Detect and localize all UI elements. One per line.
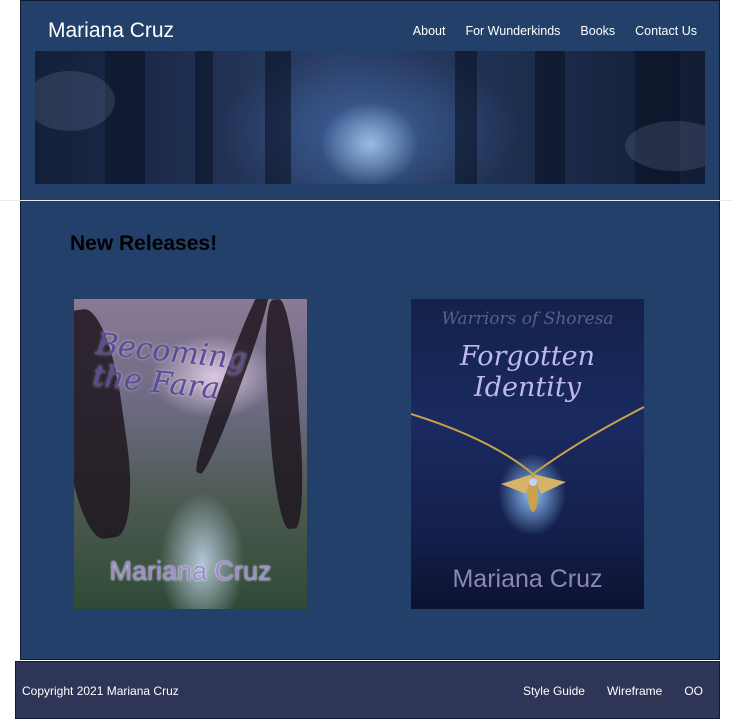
main-nav: About For Wunderkinds Books Contact Us xyxy=(413,24,697,38)
header-divider-line xyxy=(0,200,732,201)
nav-link-about[interactable]: About xyxy=(413,24,446,38)
forest-banner-image xyxy=(35,51,705,184)
site-footer: Copyright 2021 Mariana Cruz Style Guide … xyxy=(15,661,720,719)
nav-link-contact[interactable]: Contact Us xyxy=(635,24,697,38)
new-releases-heading: New Releases! xyxy=(70,232,218,255)
site-title[interactable]: Mariana Cruz xyxy=(48,19,174,43)
footer-link-oo[interactable]: OO xyxy=(684,684,703,698)
book-1-author: Mariana Cruz xyxy=(109,556,272,586)
book-2-author: Mariana Cruz xyxy=(452,565,603,593)
footer-link-style-guide[interactable]: Style Guide xyxy=(523,684,585,698)
book-cover-becoming-the-fara[interactable]: Becoming the Fara Mariana Cruz xyxy=(74,299,307,609)
nav-link-books[interactable]: Books xyxy=(580,24,615,38)
site-header: Mariana Cruz About For Wunderkinds Books… xyxy=(21,1,719,201)
book-cover-forgotten-identity[interactable]: Warriors of Shoresa Forgotten Identity M… xyxy=(411,299,644,609)
footer-links: Style Guide Wireframe OO xyxy=(523,684,703,698)
nav-link-wunderkinds[interactable]: For Wunderkinds xyxy=(465,24,560,38)
site-container: Mariana Cruz About For Wunderkinds Books… xyxy=(20,0,720,660)
copyright-text: Copyright 2021 Mariana Cruz xyxy=(22,684,179,698)
footer-link-wireframe[interactable]: Wireframe xyxy=(607,684,662,698)
necklace-pendant-graphic xyxy=(411,406,644,512)
